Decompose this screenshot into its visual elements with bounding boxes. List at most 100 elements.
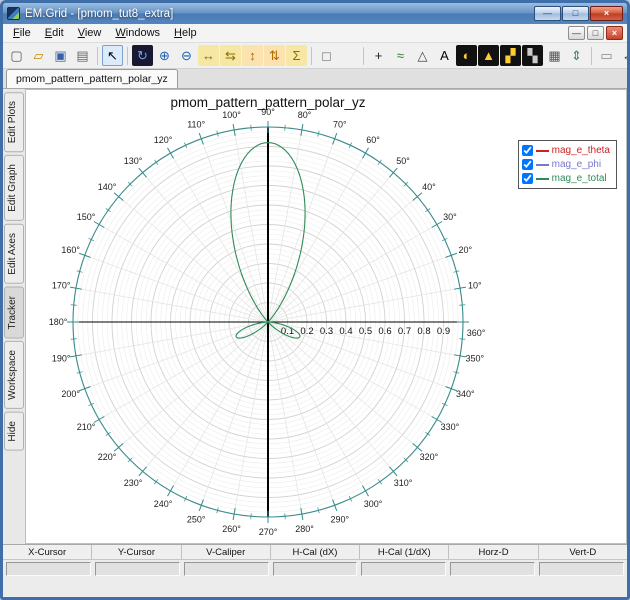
cursor-header-h-cal-dx: H-Cal (dX) bbox=[271, 545, 360, 559]
zoom-in-button[interactable]: ⊕ bbox=[154, 45, 175, 66]
maximize-button[interactable]: □ bbox=[562, 6, 589, 21]
svg-text:240°: 240° bbox=[154, 499, 173, 509]
new-document-button[interactable]: ▢ bbox=[6, 45, 27, 66]
toolbar-buttons: ▢▱▣▤↖↻⊕⊖↔⇆↕⇅Σ◻+≈△A◐▲▞▚▦⇕▭↔ bbox=[6, 45, 627, 66]
fit-horizontal-button[interactable]: ↔ bbox=[198, 45, 219, 66]
svg-text:80°: 80° bbox=[298, 110, 312, 120]
menu-item-file[interactable]: File bbox=[6, 25, 38, 41]
cursor-value-x-cursor bbox=[6, 562, 91, 576]
svg-text:40°: 40° bbox=[422, 182, 436, 192]
menu-item-view[interactable]: View bbox=[71, 25, 109, 41]
refresh-button[interactable]: ↻ bbox=[132, 45, 153, 66]
window-title: EM.Grid - [pmom_tut8_extra] bbox=[25, 8, 529, 20]
frame-button[interactable]: ▭ bbox=[596, 45, 617, 66]
menu-item-help[interactable]: Help bbox=[167, 25, 204, 41]
legend-label: mag_e_phi bbox=[552, 159, 601, 170]
side-tab-workspace[interactable]: Workspace bbox=[4, 341, 24, 409]
fit-vertical-button[interactable]: ↕ bbox=[242, 45, 263, 66]
legend-box: mag_e_theta mag_e_phi mag_e_total bbox=[518, 140, 617, 189]
svg-text:pmom_pattern_pattern_polar_yz: pmom_pattern_pattern_polar_yz bbox=[170, 95, 365, 110]
side-tab-tracker[interactable]: Tracker bbox=[4, 287, 24, 339]
svg-text:140°: 140° bbox=[98, 182, 117, 192]
grid-button[interactable]: ▦ bbox=[544, 45, 565, 66]
svg-text:220°: 220° bbox=[98, 452, 117, 462]
slider-button[interactable]: ⇕ bbox=[566, 45, 587, 66]
mdi-window-controls: — □ × bbox=[568, 26, 624, 40]
cursor-value-vert-d bbox=[539, 562, 624, 576]
menu-item-edit[interactable]: Edit bbox=[38, 25, 71, 41]
crosshair-button[interactable]: + bbox=[368, 45, 389, 66]
print-button[interactable]: ▤ bbox=[72, 45, 93, 66]
svg-text:0.4: 0.4 bbox=[339, 326, 352, 337]
cursor-value-h-cal-dx bbox=[273, 562, 358, 576]
legend-line-sample bbox=[536, 178, 549, 180]
span-button[interactable]: ↔ bbox=[618, 45, 627, 66]
style-dark-4-button[interactable]: ▚ bbox=[522, 45, 543, 66]
style-dark-3-button[interactable]: ▞ bbox=[500, 45, 521, 66]
tracker-button[interactable]: ≈ bbox=[390, 45, 411, 66]
open-folder-button[interactable]: ▱ bbox=[28, 45, 49, 66]
cursor-header-x-cursor: X-Cursor bbox=[3, 545, 92, 559]
cursor-header-horz-d: Horz-D bbox=[449, 545, 538, 559]
save-button[interactable]: ▣ bbox=[50, 45, 71, 66]
toolbar-separator bbox=[97, 47, 98, 65]
svg-text:360°: 360° bbox=[467, 328, 486, 338]
legend-label: mag_e_theta bbox=[552, 145, 610, 156]
legend-checkbox-mag-e-phi[interactable] bbox=[522, 159, 533, 170]
style-dark-1-button[interactable]: ◐ bbox=[456, 45, 477, 66]
pointer-button[interactable]: ↖ bbox=[102, 45, 123, 66]
window-controls: — □ × bbox=[534, 6, 623, 21]
app-window: EM.Grid - [pmom_tut8_extra] — □ × FileEd… bbox=[0, 0, 630, 600]
svg-text:150°: 150° bbox=[77, 212, 96, 222]
legend-item-mag-e-phi[interactable]: mag_e_phi bbox=[522, 158, 610, 171]
side-tab-edit-axes[interactable]: Edit Axes bbox=[4, 224, 24, 284]
tab-pmom-pattern-pattern-polar-yz[interactable]: pmom_pattern_pattern_polar_yz bbox=[6, 69, 178, 88]
mdi-close-button[interactable]: × bbox=[606, 26, 623, 40]
cursor-header-h-cal-1-dx: H-Cal (1/dX) bbox=[360, 545, 449, 559]
svg-text:60°: 60° bbox=[366, 135, 380, 145]
side-tab-edit-plots[interactable]: Edit Plots bbox=[4, 92, 24, 152]
legend-label: mag_e_total bbox=[552, 173, 607, 184]
toolbar-separator bbox=[127, 47, 128, 65]
svg-text:100°: 100° bbox=[222, 110, 241, 120]
svg-text:20°: 20° bbox=[458, 245, 472, 255]
shrink-horizontal-button[interactable]: ⇆ bbox=[220, 45, 241, 66]
sum-button[interactable]: Σ bbox=[286, 45, 307, 66]
style-dark-2-button[interactable]: ▲ bbox=[478, 45, 499, 66]
svg-text:350°: 350° bbox=[465, 354, 484, 364]
svg-text:0.5: 0.5 bbox=[359, 326, 372, 337]
legend-checkbox-mag-e-theta[interactable] bbox=[522, 145, 533, 156]
minimize-button[interactable]: — bbox=[534, 6, 561, 21]
cursor-readout-bar: X-CursorY-CursorV-CaliperH-Cal (dX)H-Cal… bbox=[3, 544, 627, 597]
cursor-header-vert-d: Vert-D bbox=[539, 545, 627, 559]
mdi-minimize-button[interactable]: — bbox=[568, 26, 585, 40]
svg-text:0.9: 0.9 bbox=[437, 326, 450, 337]
titlebar[interactable]: EM.Grid - [pmom_tut8_extra] — □ × bbox=[3, 3, 627, 24]
legend-item-mag-e-total[interactable]: mag_e_total bbox=[522, 172, 610, 185]
select-region-button[interactable]: ◻ bbox=[316, 45, 337, 66]
svg-text:0.2: 0.2 bbox=[300, 326, 313, 337]
svg-text:250°: 250° bbox=[187, 514, 206, 524]
legend-checkbox-mag-e-total[interactable] bbox=[522, 173, 533, 184]
svg-text:280°: 280° bbox=[295, 524, 314, 534]
toolbar-separator bbox=[591, 47, 592, 65]
shrink-vertical-button[interactable]: ⇅ bbox=[264, 45, 285, 66]
close-button[interactable]: × bbox=[590, 6, 623, 21]
plot-area[interactable]: 10°20°30°40°50°60°70°80°90°100°110°120°1… bbox=[25, 89, 627, 544]
svg-text:180°: 180° bbox=[49, 317, 68, 327]
svg-text:290°: 290° bbox=[330, 514, 349, 524]
side-tab-hide[interactable]: Hide bbox=[4, 412, 24, 451]
cursor-value-horz-d bbox=[450, 562, 535, 576]
text-label-button[interactable]: A bbox=[434, 45, 455, 66]
svg-text:270°: 270° bbox=[259, 527, 278, 537]
svg-text:320°: 320° bbox=[420, 452, 439, 462]
side-tab-edit-graph[interactable]: Edit Graph bbox=[4, 155, 24, 221]
svg-text:200°: 200° bbox=[61, 389, 80, 399]
triangle-button[interactable]: △ bbox=[412, 45, 433, 66]
menu-item-windows[interactable]: Windows bbox=[108, 25, 167, 41]
legend-item-mag-e-theta[interactable]: mag_e_theta bbox=[522, 144, 610, 157]
mdi-restore-button[interactable]: □ bbox=[587, 26, 604, 40]
zoom-out-button[interactable]: ⊖ bbox=[176, 45, 197, 66]
legend-line-sample bbox=[536, 150, 549, 152]
blank-button[interactable] bbox=[338, 45, 359, 66]
